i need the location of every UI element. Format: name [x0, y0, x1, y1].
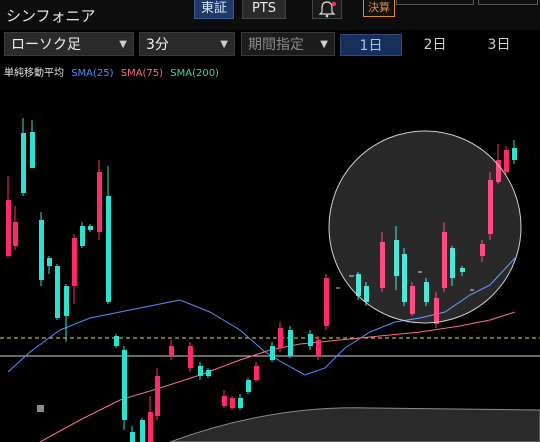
- price-chart[interactable]: [0, 0, 540, 442]
- marker: [37, 405, 44, 412]
- highlight-circle[interactable]: [328, 130, 522, 324]
- bottom-overlay: [169, 407, 540, 442]
